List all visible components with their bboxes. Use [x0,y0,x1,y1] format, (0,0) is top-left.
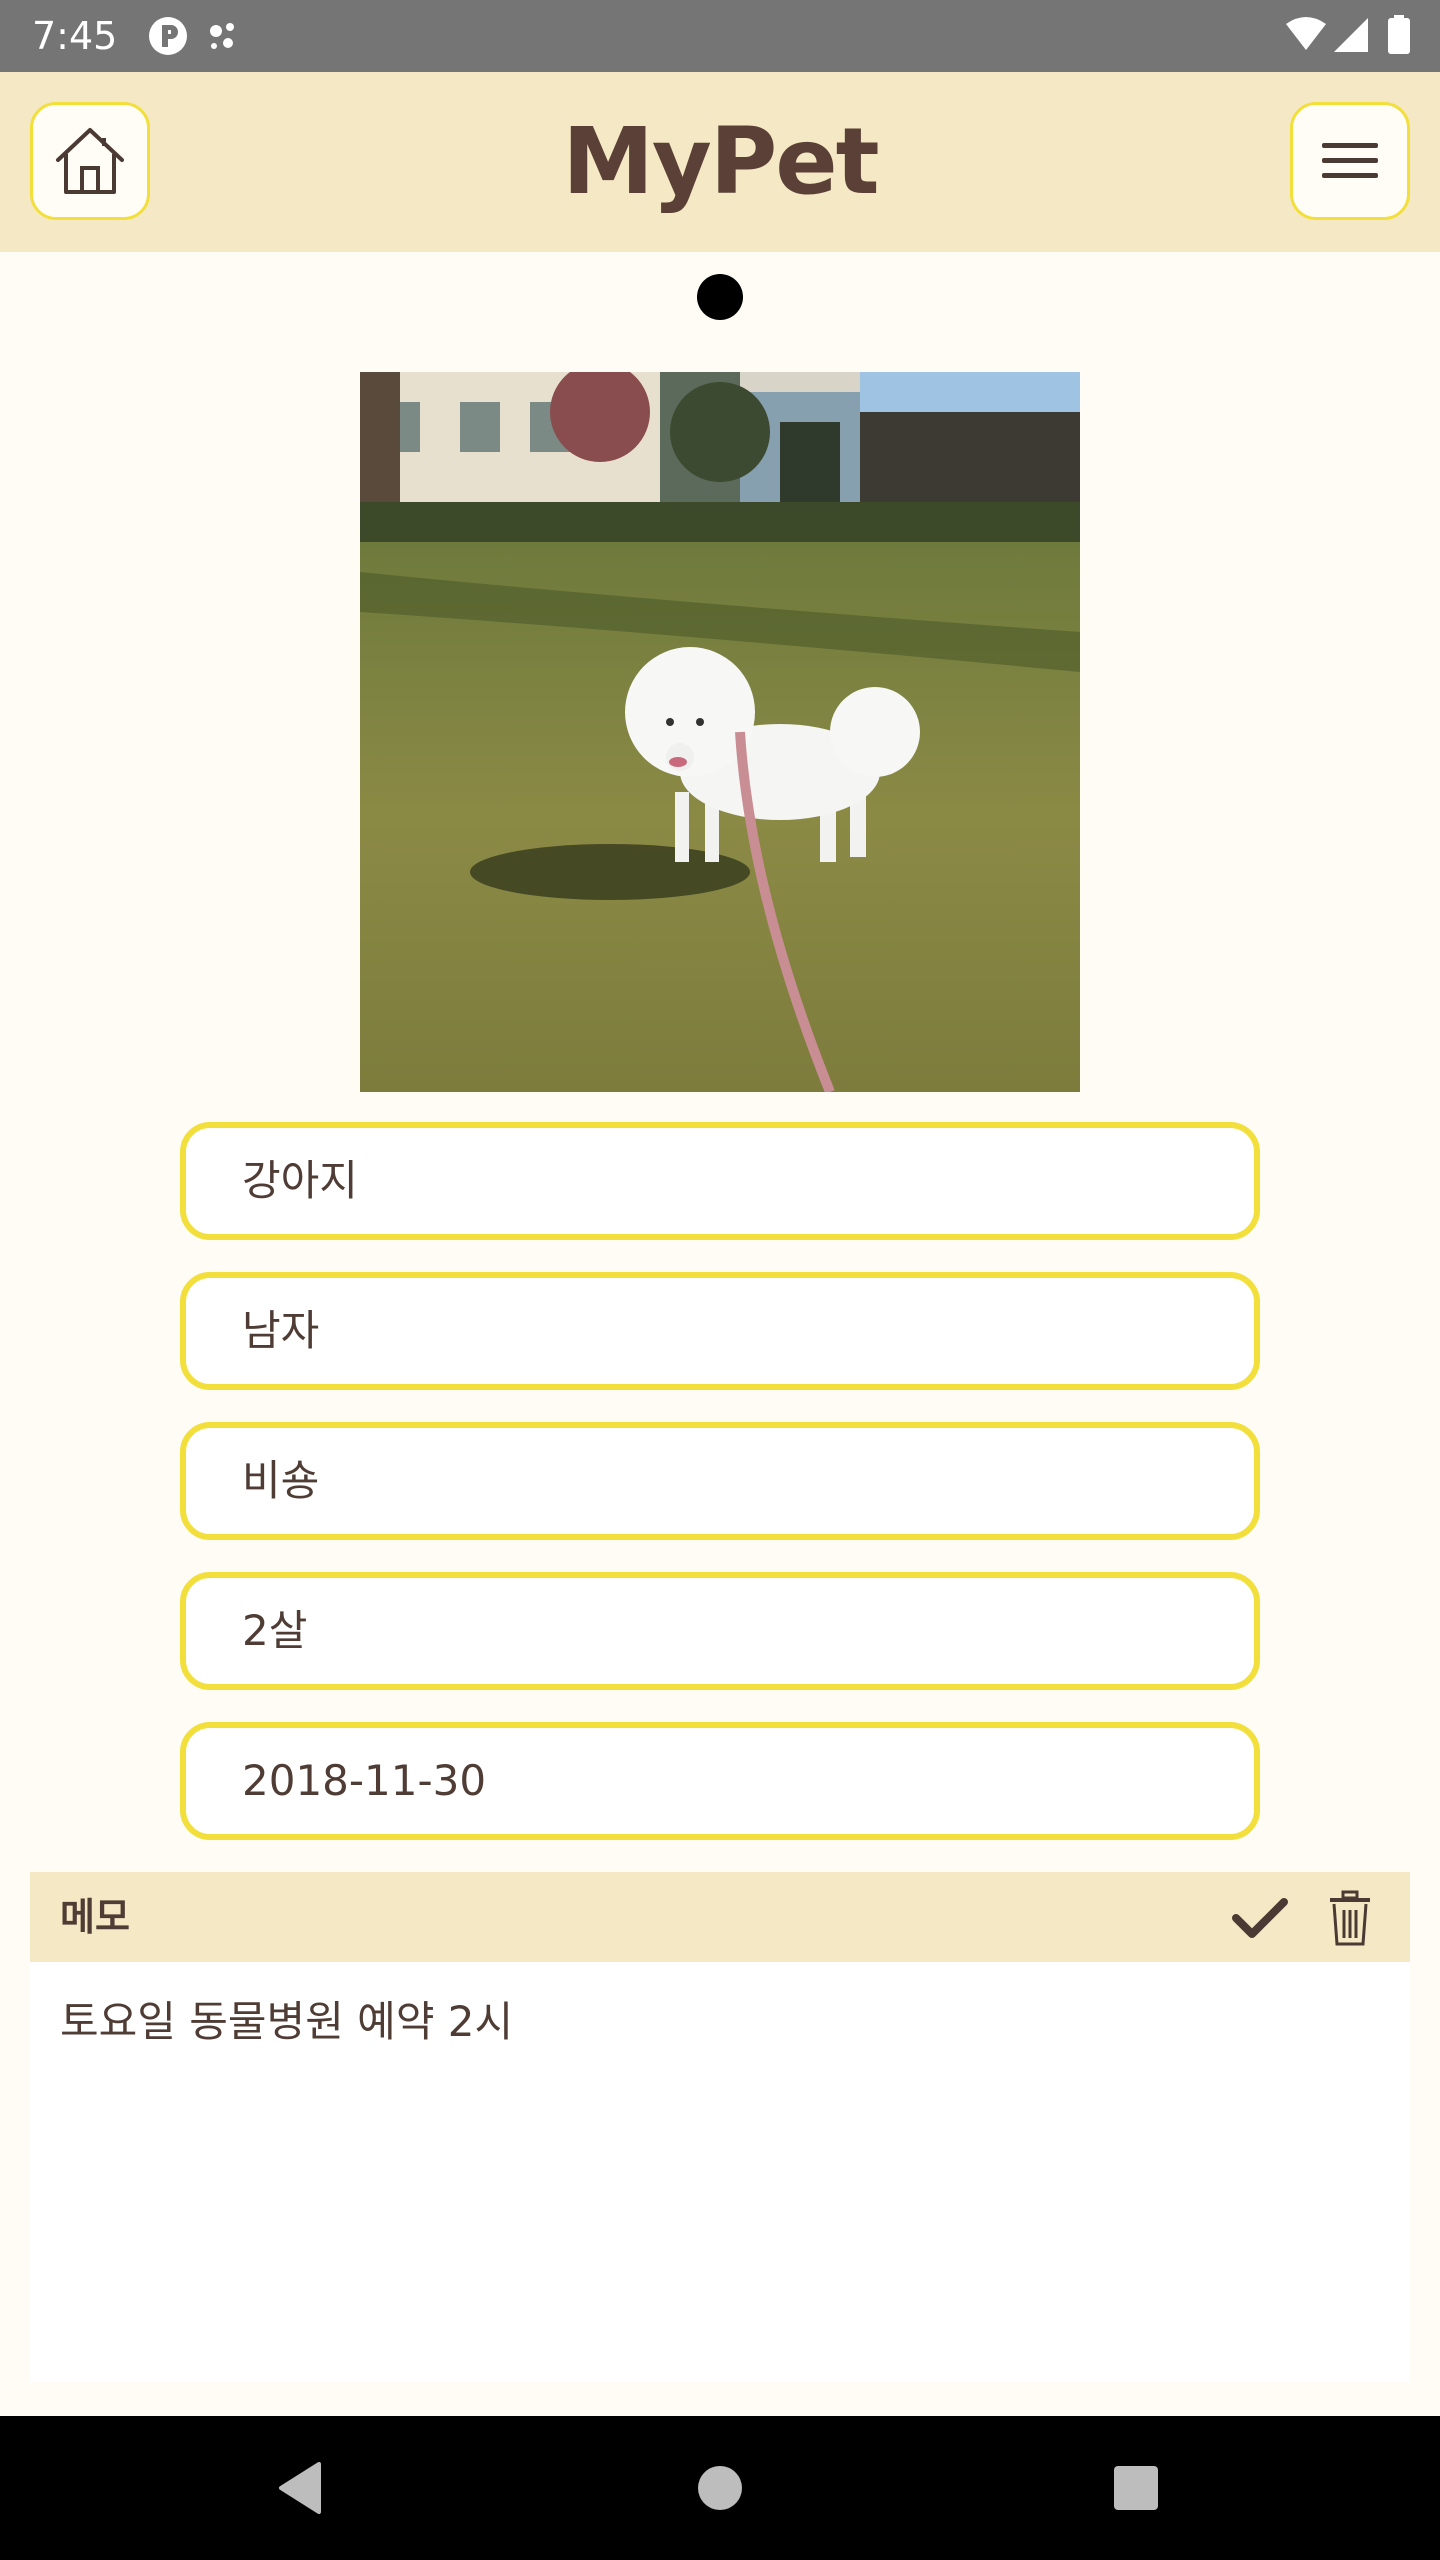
hamburger-menu-icon [1322,143,1378,178]
status-left-icons [148,16,258,60]
wifi-icon [1286,17,1326,50]
recents-square-icon [1114,2466,1158,2510]
back-triangle-icon [279,2462,321,2514]
age-field[interactable]: 2살 [180,1572,1260,1690]
home-circle-icon [698,2466,742,2510]
back-button[interactable] [264,2452,336,2524]
app-bar: MyPet [0,72,1440,252]
memo-content-field[interactable]: 토요일 동물병원 예약 2시 [30,1962,1410,2382]
gender-field[interactable]: 남자 [180,1272,1260,1390]
status-right-icons [1284,14,1414,62]
assistant-dots-icon [210,23,234,49]
menu-button[interactable] [1290,102,1410,220]
p-badge-icon [149,17,187,55]
date-field[interactable]: 2018-11-30 [180,1722,1260,1840]
recents-button[interactable] [1100,2452,1172,2524]
breed-field[interactable]: 비숑 [180,1422,1260,1540]
pet-photo[interactable] [360,372,1080,1092]
cell-signal-icon [1334,18,1368,52]
status-time: 7:45 [32,14,118,58]
page-indicator-dot [697,274,743,320]
battery-icon [1388,18,1410,54]
memo-header: 메모 [30,1872,1410,1962]
status-bar: 7:45 [0,0,1440,72]
home-nav-button[interactable] [684,2452,756,2524]
species-field[interactable]: 강아지 [180,1122,1260,1240]
app-title: MyPet [562,108,879,215]
memo-save-button[interactable] [1228,1886,1292,1950]
memo-title: 메모 [60,1895,130,1939]
trash-icon [1330,1890,1370,1946]
memo-delete-button[interactable] [1318,1886,1382,1950]
system-nav-bar [0,2416,1440,2560]
checkmark-icon [1232,1898,1288,1938]
